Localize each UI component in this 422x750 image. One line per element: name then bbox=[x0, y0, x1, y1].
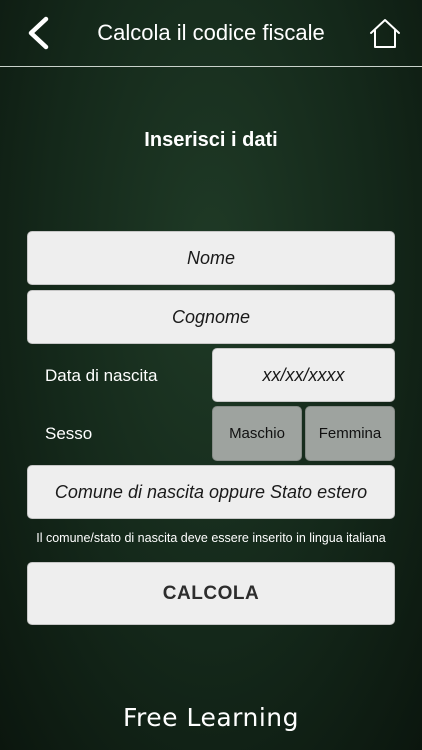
birthplace-note: Il comune/stato di nascita deve essere i… bbox=[36, 531, 386, 545]
birthplace-placeholder: Comune di nascita oppure Stato estero bbox=[54, 481, 368, 502]
home-button[interactable] bbox=[368, 14, 402, 52]
cognome-placeholder: Cognome bbox=[171, 306, 251, 327]
male-button[interactable]: Maschio bbox=[212, 406, 302, 461]
calculate-button[interactable]: CALCOLA bbox=[27, 562, 395, 625]
female-button[interactable]: Femmina bbox=[305, 406, 395, 461]
nome-placeholder: Nome bbox=[186, 247, 235, 268]
free-learning-logo: Free Learning bbox=[122, 703, 300, 732]
birth-date-placeholder: xx/xx/xxxx bbox=[262, 364, 345, 385]
birthplace-field[interactable]: Comune di nascita oppure Stato estero bbox=[27, 465, 395, 519]
cognome-field[interactable]: Cognome bbox=[27, 290, 395, 344]
app-header: Calcola il codice fiscale bbox=[0, 0, 422, 67]
section-title: Inserisci i dati bbox=[144, 129, 278, 151]
chevron-left-icon bbox=[28, 16, 49, 50]
sex-label: Sesso bbox=[45, 424, 93, 443]
page-title: Calcola il codice fiscale bbox=[97, 20, 325, 45]
birth-date-label: Data di nascita bbox=[45, 366, 158, 385]
back-button[interactable] bbox=[18, 14, 58, 52]
nome-field[interactable]: Nome bbox=[27, 231, 395, 285]
home-icon bbox=[370, 19, 400, 48]
birth-date-field[interactable]: xx/xx/xxxx bbox=[212, 348, 395, 402]
